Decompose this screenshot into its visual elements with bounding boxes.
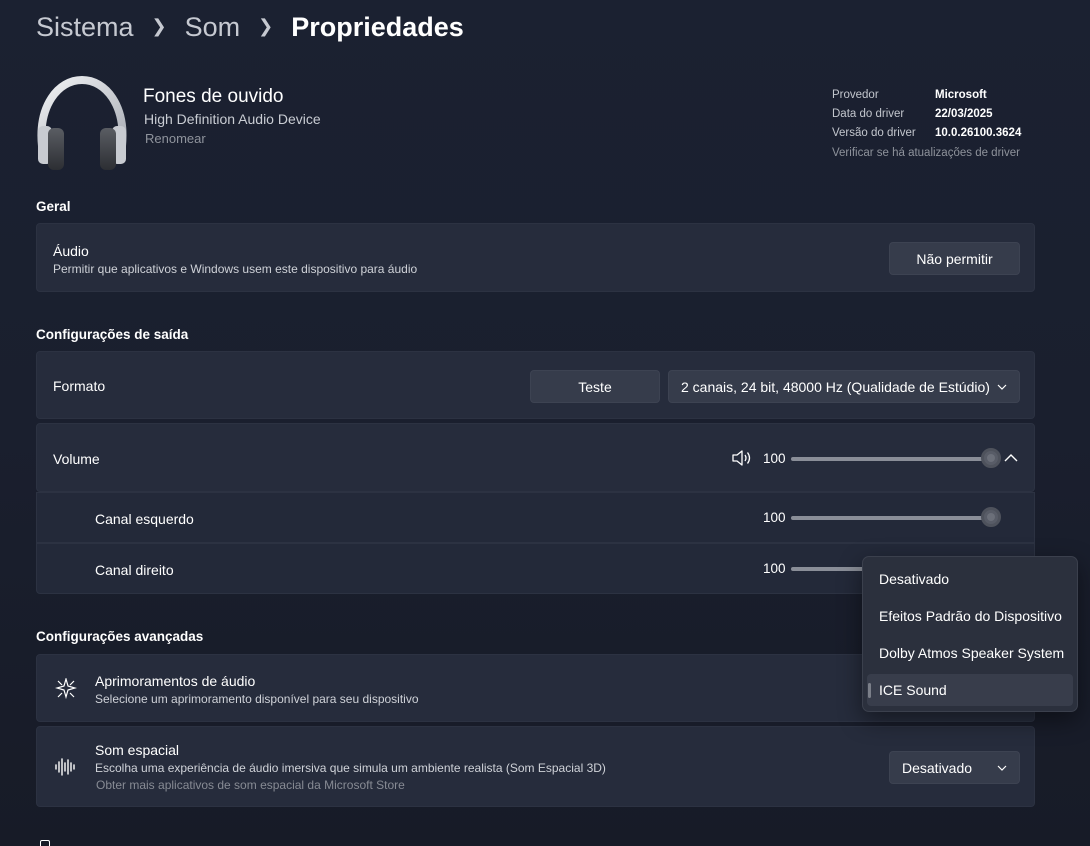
volume-slider-thumb[interactable]: [981, 448, 1001, 468]
driver-update-link[interactable]: Verificar se há atualizações de driver: [832, 147, 1020, 159]
volume-slider-track[interactable]: [791, 457, 991, 461]
driver-date-label: Data do driver: [832, 108, 905, 120]
menu-item-dolby-atmos[interactable]: Dolby Atmos Speaker System: [867, 637, 1073, 669]
rename-link[interactable]: Renomear: [145, 131, 206, 146]
test-button[interactable]: Teste: [530, 370, 660, 403]
format-card: Formato Teste 2 canais, 24 bit, 48000 Hz…: [36, 351, 1035, 419]
provider-value: Microsoft: [935, 89, 987, 101]
chevron-down-icon: [997, 765, 1007, 771]
section-title-advanced: Configurações avançadas: [36, 629, 204, 644]
menu-item-ice-sound[interactable]: ICE Sound: [867, 674, 1073, 706]
audio-title: Áudio: [53, 243, 89, 259]
driver-date-value: 22/03/2025: [935, 108, 993, 120]
left-channel-label: Canal esquerdo: [95, 511, 194, 527]
spatial-sound-icon: [55, 758, 75, 776]
breadcrumb: Sistema ❯ Som ❯ Propriedades: [36, 12, 464, 43]
volume-value: 100: [763, 451, 786, 466]
breadcrumb-sistema[interactable]: Sistema: [36, 12, 134, 43]
chevron-down-icon: [997, 384, 1007, 390]
spatial-sound-select-value: Desativado: [902, 759, 973, 776]
left-channel-slider-thumb[interactable]: [981, 507, 1001, 527]
spatial-sound-title: Som espacial: [95, 742, 180, 758]
device-name: Fones de ouvido: [143, 86, 284, 107]
right-channel-label: Canal direito: [95, 562, 174, 578]
driver-version-value: 10.0.26100.3624: [935, 127, 1022, 139]
chevron-right-icon: ❯: [258, 16, 274, 36]
section-title-geral: Geral: [36, 199, 71, 214]
volume-label: Volume: [53, 451, 100, 467]
menu-item-desativado[interactable]: Desativado: [867, 563, 1073, 595]
audio-enhancements-icon: [55, 678, 77, 700]
provider-label: Provedor: [832, 89, 879, 101]
spatial-sound-description: Escolha uma experiência de áudio imersiv…: [95, 761, 606, 775]
disallow-button[interactable]: Não permitir: [889, 242, 1020, 275]
left-channel-slider-track[interactable]: [791, 516, 991, 520]
audio-enhancements-title: Aprimoramentos de áudio: [95, 673, 256, 689]
spatial-sound-card: Som espacial Escolha uma experiência de …: [36, 726, 1035, 807]
chevron-up-icon[interactable]: [1004, 453, 1018, 462]
right-channel-value: 100: [763, 561, 786, 576]
format-select[interactable]: 2 canais, 24 bit, 48000 Hz (Qualidade de…: [668, 370, 1020, 403]
device-subtitle: High Definition Audio Device: [144, 111, 321, 127]
format-select-value: 2 canais, 24 bit, 48000 Hz (Qualidade de…: [681, 378, 990, 395]
spatial-sound-store-link[interactable]: Obter mais aplicativos de som espacial d…: [96, 778, 405, 792]
audio-card: Áudio Permitir que aplicativos e Windows…: [36, 223, 1035, 292]
headphones-icon: [36, 75, 128, 172]
volume-card[interactable]: Volume 100: [36, 423, 1035, 492]
driver-version-label: Versão do driver: [832, 127, 916, 139]
menu-item-efeitos-padrao[interactable]: Efeitos Padrão do Dispositivo: [867, 600, 1073, 632]
audio-enhancements-description: Selecione um aprimoramento disponível pa…: [95, 692, 419, 706]
speaker-volume-icon[interactable]: [731, 449, 753, 467]
left-channel-value: 100: [763, 510, 786, 525]
audio-description: Permitir que aplicativos e Windows usem …: [53, 262, 418, 276]
section-title-output: Configurações de saída: [36, 327, 189, 342]
left-channel-row: Canal esquerdo 100: [36, 492, 1035, 543]
chevron-right-icon: ❯: [151, 16, 167, 36]
partial-item-icon: [40, 840, 50, 846]
breadcrumb-som[interactable]: Som: [185, 12, 241, 43]
audio-enhancements-menu: Desativado Efeitos Padrão do Dispositivo…: [862, 556, 1078, 712]
format-label: Formato: [53, 378, 106, 394]
page-title: Propriedades: [291, 12, 464, 42]
spatial-sound-select[interactable]: Desativado: [889, 751, 1020, 784]
